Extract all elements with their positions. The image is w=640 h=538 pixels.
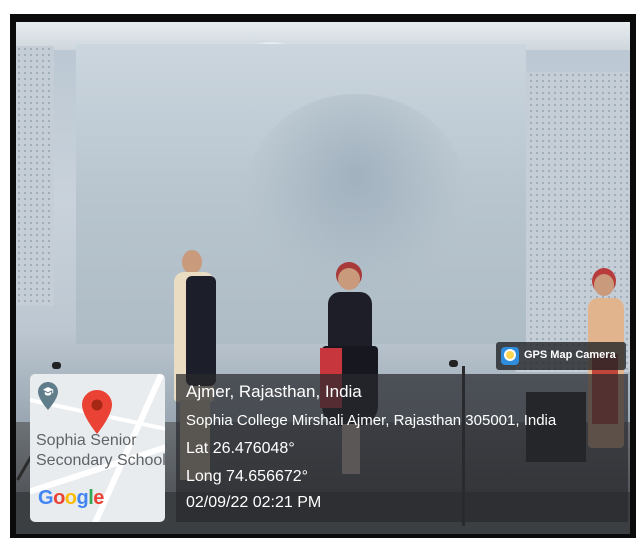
location-info-panel: Ajmer, Rajasthan, India Sophia College M… (176, 374, 628, 522)
location-title: Ajmer, Rajasthan, India (186, 382, 362, 401)
performer-head (338, 268, 360, 290)
performer-head (594, 274, 614, 296)
latitude-text: Lat 26.476048° (186, 440, 295, 457)
projection-screen (76, 44, 526, 344)
longitude-text: Long 74.656672° (186, 468, 309, 485)
app-badge: GPS Map Camera (496, 342, 626, 370)
app-badge-label: GPS Map Camera (524, 349, 616, 361)
projected-image (246, 94, 466, 294)
gps-camera-icon (501, 347, 519, 365)
map-place-line1: Sophia Senior (36, 432, 137, 449)
datetime-text: 02/09/22 02:21 PM (186, 494, 322, 511)
microphone (52, 362, 61, 369)
google-logo: Google (38, 487, 104, 509)
map-place-line2: Secondary School (36, 452, 165, 469)
microphone (449, 360, 458, 367)
school-pin-icon (38, 382, 58, 410)
performer-shawl (186, 276, 216, 386)
location-address: Sophia College Mirshali Ajmer, Rajasthan… (186, 412, 557, 429)
performer-head (182, 250, 202, 274)
performer-top (328, 292, 372, 352)
mini-map: Sophia Senior Secondary School Google (30, 374, 165, 522)
map-pin-icon (82, 390, 112, 434)
acoustic-panel-left (16, 46, 54, 306)
